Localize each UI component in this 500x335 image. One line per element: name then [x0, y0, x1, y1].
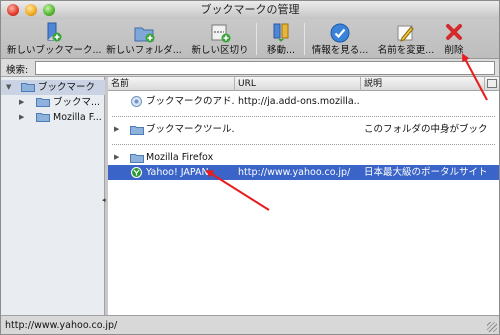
new-bookmark-button[interactable]: 新しいブックマーク... [7, 19, 102, 59]
yahoo-favicon-icon [131, 167, 142, 178]
minimize-window-button[interactable] [25, 4, 37, 16]
folder-icon [21, 83, 35, 92]
status-bar: http://www.yahoo.co.jp/ [1, 315, 499, 334]
folder-icon [130, 154, 144, 163]
row-name: ブックマークツール... [146, 124, 234, 135]
toolbar: 新しいブックマーク... 新しいフォルダ... 新しい区切り 移動... 情報を… [1, 19, 499, 59]
bookmark-list: 名前 URL 説明 ブックマークのアド... http://ja.add-ons… [108, 77, 499, 315]
collapsed-triangle-icon[interactable]: ▶ [114, 122, 119, 137]
tree-item-label: ブックマ... [53, 97, 101, 108]
search-label: 検索: [6, 65, 29, 76]
search-bar: 検索: [1, 59, 499, 77]
folder-tree: ▼ ブックマーク ▶ ブックマ... ▶ Mozilla F... [1, 77, 105, 315]
tree-item-label: ブックマーク [38, 82, 96, 93]
move-label: 移動... [266, 45, 296, 56]
column-url[interactable]: URL [235, 77, 361, 91]
table-row[interactable]: ▶ ブックマークツール... このフォルダの中身がブック... [108, 122, 499, 137]
rename-label: 名前を変更... [377, 45, 435, 56]
new-folder-icon [134, 27, 155, 43]
new-bookmark-label: 新しいブックマーク... [7, 45, 102, 56]
tree-item-mozilla-firefox[interactable]: ▶ Mozilla F... [1, 110, 105, 125]
delete-x-icon [446, 24, 462, 40]
folder-icon [36, 98, 50, 107]
column-picker-icon[interactable] [487, 79, 497, 88]
checkmark-icon [330, 23, 350, 43]
delete-button[interactable]: 削除 [437, 19, 471, 59]
search-input[interactable] [35, 61, 495, 75]
bookmark-manager-window: ブックマークの管理 新しいブックマーク... 新しいフォルダ... 新しい区切り… [0, 0, 500, 335]
status-url: http://www.yahoo.co.jp/ [5, 320, 118, 331]
column-name[interactable]: 名前 [108, 77, 235, 91]
toolbar-divider [256, 23, 257, 55]
separator-row[interactable] [112, 116, 495, 117]
row-description: このフォルダの中身がブック... [364, 124, 488, 135]
new-folder-button[interactable]: 新しいフォルダ... [105, 19, 183, 59]
properties-button[interactable]: 情報を見る... [309, 19, 371, 59]
splitter-handle-icon[interactable]: ◂ [102, 196, 106, 204]
collapsed-triangle-icon[interactable]: ▶ [19, 95, 24, 110]
window-title: ブックマークの管理 [200, 3, 300, 16]
separator-row[interactable] [112, 144, 495, 145]
properties-label: 情報を見る... [311, 45, 369, 56]
resize-grip-icon[interactable] [487, 322, 497, 332]
move-button[interactable]: 移動... [261, 19, 301, 59]
new-folder-label: 新しいフォルダ... [106, 45, 182, 56]
new-separator-icon [211, 24, 231, 43]
tree-item-bookmarks-menu[interactable]: ▶ ブックマ... [1, 95, 105, 110]
new-separator-label: 新しい区切り [191, 45, 249, 56]
column-header: 名前 URL 説明 [108, 77, 499, 91]
zoom-window-button[interactable] [43, 4, 55, 16]
bookmark-page-icon [131, 96, 142, 107]
column-description[interactable]: 説明 [361, 77, 485, 91]
row-name: Yahoo! JAPAN [146, 167, 209, 178]
rename-button[interactable]: 名前を変更... [375, 19, 437, 59]
collapsed-triangle-icon[interactable]: ▶ [19, 110, 24, 125]
tree-item-bookmarks[interactable]: ▼ ブックマーク [1, 80, 105, 95]
title-bar: ブックマークの管理 [1, 1, 499, 19]
close-window-button[interactable] [7, 4, 19, 16]
row-name: Mozilla Firefox [146, 152, 214, 163]
folder-icon [130, 126, 144, 135]
move-icon [273, 23, 289, 42]
row-description: 日本最大級のポータルサイト... [364, 167, 488, 178]
toolbar-divider [304, 23, 305, 55]
tree-item-label: Mozilla F... [53, 112, 102, 123]
table-row[interactable]: ブックマークのアド... http://ja.add-ons.mozilla..… [108, 94, 499, 109]
expanded-triangle-icon[interactable]: ▼ [6, 80, 11, 95]
new-bookmark-icon [47, 22, 62, 42]
delete-label: 削除 [444, 45, 464, 56]
collapsed-triangle-icon[interactable]: ▶ [114, 150, 119, 165]
row-url: http://www.yahoo.co.jp/ [238, 167, 351, 178]
pencil-icon [397, 25, 414, 42]
row-name: ブックマークのアド... [146, 96, 234, 107]
new-separator-button[interactable]: 新しい区切り [189, 19, 251, 59]
table-row[interactable]: ▶ Mozilla Firefox [108, 150, 499, 165]
folder-icon [36, 113, 50, 122]
row-url: http://ja.add-ons.mozilla.... [238, 96, 360, 107]
table-row-selected[interactable]: Yahoo! JAPAN http://www.yahoo.co.jp/ 日本最… [108, 165, 499, 180]
